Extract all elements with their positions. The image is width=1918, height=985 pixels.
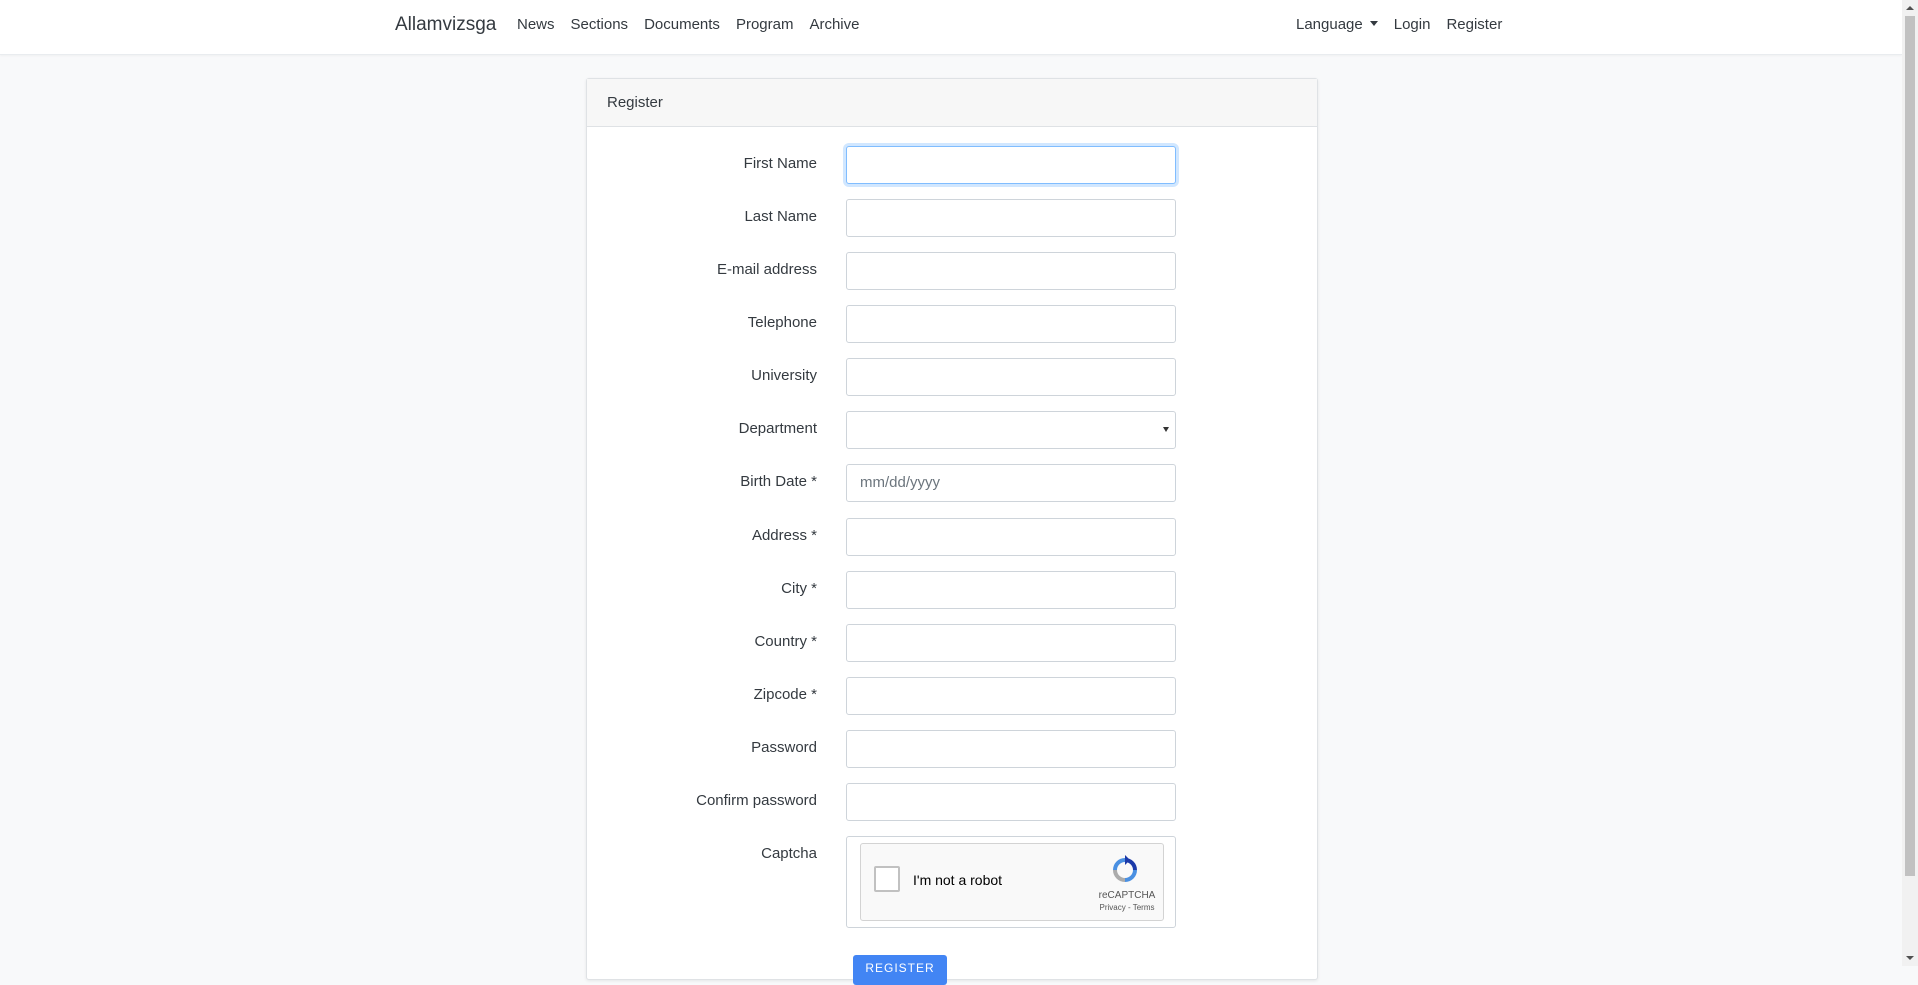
form-row-birth-date: Birth Date * mm/dd/yyyy xyxy=(587,464,1317,502)
form-row-telephone: Telephone xyxy=(587,305,1317,343)
field-label: Zipcode * xyxy=(753,686,817,703)
page-scrollbar[interactable] xyxy=(1902,0,1918,966)
department-select[interactable] xyxy=(846,411,1176,449)
caret-down-icon xyxy=(1369,21,1378,26)
field-label: City * xyxy=(781,580,817,597)
form-row-email: E-mail address xyxy=(587,252,1317,290)
field-label: Department xyxy=(738,420,817,437)
form-row-university: University xyxy=(587,358,1317,396)
user-nav: Language Login Register xyxy=(1296,16,1518,33)
date-placeholder: mm/dd/yyyy xyxy=(860,474,941,491)
field-label: First Name xyxy=(743,155,817,172)
nav-documents[interactable]: Documents xyxy=(644,16,720,33)
form-row-captcha: Captcha I'm not a robot reCAPTCHA Privac… xyxy=(587,836,1317,928)
country-input[interactable] xyxy=(846,624,1176,662)
address-input[interactable] xyxy=(846,518,1176,556)
field-label: Captcha xyxy=(761,845,817,862)
field-label: Birth Date * xyxy=(740,473,817,490)
birth-date-input[interactable]: mm/dd/yyyy xyxy=(846,464,1176,502)
recaptcha-logo-icon xyxy=(1113,855,1137,882)
recaptcha-links[interactable]: Privacy - Terms xyxy=(1097,903,1157,912)
select-arrow-icon xyxy=(1163,427,1169,432)
field-label: E-mail address xyxy=(716,261,817,278)
field-label: Last Name xyxy=(744,208,817,225)
zipcode-input[interactable] xyxy=(846,677,1176,715)
main-nav: News Sections Documents Program Archive xyxy=(517,16,876,33)
form-row-confirm-password: Confirm password xyxy=(587,783,1317,821)
city-input[interactable] xyxy=(846,571,1176,609)
form-row-password: Password xyxy=(587,730,1317,768)
scroll-thumb[interactable] xyxy=(1905,16,1915,876)
scroll-up-icon[interactable] xyxy=(1902,0,1918,16)
register-card: Register First Name Last Name E-mail add… xyxy=(586,78,1318,985)
recaptcha-label: I'm not a robot xyxy=(913,872,1003,888)
field-label: Confirm password xyxy=(696,792,817,809)
recaptcha-widget: I'm not a robot reCAPTCHA Privacy - Term… xyxy=(860,843,1164,921)
field-label: University xyxy=(751,367,817,384)
nav-login[interactable]: Login xyxy=(1394,16,1431,33)
form-row-country: Country * xyxy=(587,624,1317,662)
nav-register[interactable]: Register xyxy=(1446,16,1502,33)
university-input[interactable] xyxy=(846,358,1176,396)
nav-sections[interactable]: Sections xyxy=(571,16,629,33)
brand-logo[interactable]: Allamvizsga xyxy=(395,14,496,36)
recaptcha-brand: reCAPTCHA xyxy=(1098,890,1156,901)
field-label: Password xyxy=(751,739,817,756)
language-label: Language xyxy=(1296,16,1363,33)
language-dropdown[interactable]: Language xyxy=(1296,16,1378,33)
telephone-input[interactable] xyxy=(846,305,1176,343)
field-label: Telephone xyxy=(747,314,817,331)
top-navbar: Allamvizsga News Sections Documents Prog… xyxy=(0,0,1902,55)
confirm-password-input[interactable] xyxy=(846,783,1176,821)
field-label: Country * xyxy=(754,633,817,650)
nav-program[interactable]: Program xyxy=(736,16,794,33)
nav-archive[interactable]: Archive xyxy=(809,16,859,33)
email-input[interactable] xyxy=(846,252,1176,290)
nav-news[interactable]: News xyxy=(517,16,555,33)
form-row-first-name: First Name xyxy=(587,146,1317,184)
last-name-input[interactable] xyxy=(846,199,1176,237)
password-input[interactable] xyxy=(846,730,1176,768)
first-name-input[interactable] xyxy=(846,146,1176,184)
form-row-last-name: Last Name xyxy=(587,199,1317,237)
form-row-city: City * xyxy=(587,571,1317,609)
form-row-address: Address * xyxy=(587,518,1317,556)
card-title: Register xyxy=(587,79,1317,127)
captcha-container: I'm not a robot reCAPTCHA Privacy - Term… xyxy=(846,836,1176,928)
register-submit-button[interactable]: REGISTER xyxy=(853,955,947,985)
form-row-zipcode: Zipcode * xyxy=(587,677,1317,715)
form-row-department: Department xyxy=(587,411,1317,449)
scroll-down-icon[interactable] xyxy=(1902,950,1918,966)
field-label: Address * xyxy=(751,527,817,544)
recaptcha-checkbox[interactable] xyxy=(874,866,900,892)
